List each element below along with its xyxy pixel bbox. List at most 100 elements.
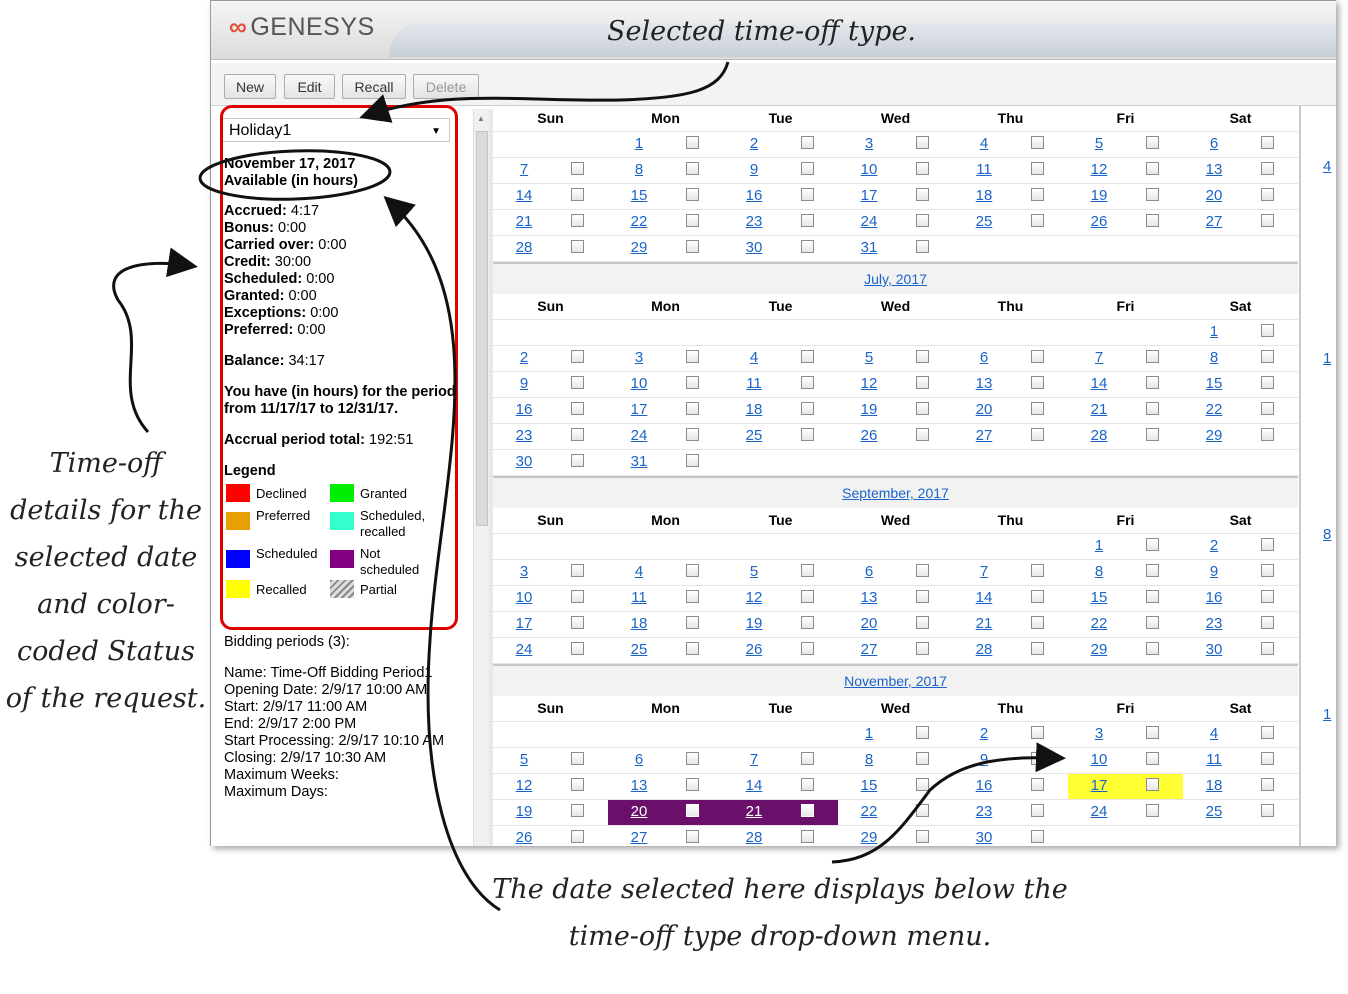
day-link[interactable]: 22 (1205, 401, 1223, 418)
day-checkbox[interactable] (1146, 428, 1159, 441)
day-checkbox[interactable] (686, 830, 699, 843)
day-checkbox[interactable] (1031, 136, 1044, 149)
day-link[interactable]: 19 (515, 803, 533, 820)
day-checkbox[interactable] (916, 616, 929, 629)
day-checkbox[interactable] (801, 376, 814, 389)
left-panel-scrollbar[interactable]: ▲ (473, 109, 490, 846)
day-checkbox[interactable] (1146, 214, 1159, 227)
day-checkbox[interactable] (916, 830, 929, 843)
day-link[interactable]: 24 (1090, 803, 1108, 820)
day-checkbox[interactable] (686, 616, 699, 629)
day-checkbox[interactable] (916, 590, 929, 603)
day-link[interactable]: 8 (1205, 349, 1223, 366)
day-link[interactable]: 18 (630, 615, 648, 632)
day-checkbox[interactable] (916, 564, 929, 577)
day-link[interactable]: 21 (975, 615, 993, 632)
day-checkbox[interactable] (571, 830, 584, 843)
day-link[interactable]: 1 (1090, 537, 1108, 554)
day-link[interactable]: 8 (1090, 563, 1108, 580)
day-checkbox[interactable] (571, 454, 584, 467)
day-link[interactable]: 30 (515, 453, 533, 470)
day-link[interactable]: 17 (515, 615, 533, 632)
day-checkbox[interactable] (1146, 564, 1159, 577)
day-checkbox[interactable] (686, 428, 699, 441)
day-link[interactable]: 18 (1205, 777, 1223, 794)
day-link[interactable]: 3 (515, 563, 533, 580)
day-link[interactable]: 20 (630, 803, 648, 820)
day-checkbox[interactable] (916, 376, 929, 389)
month-title-link[interactable]: September, 2017 (493, 477, 1298, 508)
day-link[interactable]: 2 (1205, 537, 1223, 554)
month-title-link[interactable]: November, 2017 (493, 665, 1298, 696)
day-link[interactable]: 13 (975, 375, 993, 392)
day-link[interactable]: 13 (1205, 161, 1223, 178)
day-link[interactable]: 28 (1090, 427, 1108, 444)
day-link[interactable]: 10 (515, 589, 533, 606)
day-link[interactable]: 13 (860, 589, 878, 606)
day-link[interactable]: 31 (860, 239, 878, 256)
day-link[interactable]: 28 (515, 239, 533, 256)
day-link[interactable]: 14 (1090, 375, 1108, 392)
day-link[interactable]: 1 (630, 135, 648, 152)
day-checkbox[interactable] (571, 752, 584, 765)
day-checkbox[interactable] (916, 726, 929, 739)
day-checkbox[interactable] (571, 350, 584, 363)
day-checkbox[interactable] (686, 240, 699, 253)
day-link[interactable]: 11 (630, 589, 648, 606)
day-checkbox[interactable] (916, 214, 929, 227)
day-link[interactable]: 5 (515, 751, 533, 768)
day-link[interactable]: 9 (975, 751, 993, 768)
day-checkbox[interactable] (801, 136, 814, 149)
month-title-link[interactable]: July, 2017 (493, 263, 1298, 294)
next-column-day-link[interactable]: 8 (1323, 526, 1331, 543)
day-link[interactable]: 4 (630, 563, 648, 580)
day-link[interactable]: 4 (975, 135, 993, 152)
day-link[interactable]: 18 (745, 401, 763, 418)
day-checkbox[interactable] (686, 778, 699, 791)
day-link[interactable]: 4 (1205, 725, 1223, 742)
recall-button[interactable]: Recall (342, 74, 406, 99)
day-link[interactable]: 16 (515, 401, 533, 418)
day-link[interactable]: 12 (860, 375, 878, 392)
day-link[interactable]: 14 (745, 777, 763, 794)
day-checkbox[interactable] (686, 214, 699, 227)
day-checkbox[interactable] (1261, 188, 1274, 201)
day-checkbox[interactable] (801, 240, 814, 253)
day-checkbox[interactable] (1031, 726, 1044, 739)
day-link[interactable]: 8 (630, 161, 648, 178)
day-checkbox[interactable] (1146, 642, 1159, 655)
scroll-thumb[interactable] (476, 131, 488, 526)
day-checkbox[interactable] (801, 752, 814, 765)
day-checkbox[interactable] (801, 830, 814, 843)
day-link[interactable]: 6 (630, 751, 648, 768)
day-checkbox[interactable] (571, 804, 584, 817)
day-checkbox[interactable] (571, 376, 584, 389)
day-checkbox[interactable] (916, 188, 929, 201)
day-link[interactable]: 13 (630, 777, 648, 794)
day-link[interactable]: 19 (1090, 187, 1108, 204)
day-checkbox[interactable] (1031, 402, 1044, 415)
day-checkbox[interactable] (1031, 350, 1044, 363)
day-link[interactable]: 7 (515, 161, 533, 178)
day-link[interactable]: 8 (860, 751, 878, 768)
day-link[interactable]: 20 (975, 401, 993, 418)
chevron-down-icon[interactable]: ▼ (431, 120, 441, 144)
day-link[interactable]: 17 (1090, 777, 1108, 794)
day-checkbox[interactable] (1031, 752, 1044, 765)
day-checkbox[interactable] (1261, 778, 1274, 791)
day-checkbox[interactable] (1146, 804, 1159, 817)
day-link[interactable]: 18 (975, 187, 993, 204)
day-checkbox[interactable] (1261, 642, 1274, 655)
day-link[interactable]: 19 (745, 615, 763, 632)
day-checkbox[interactable] (1031, 778, 1044, 791)
day-link[interactable]: 22 (1090, 615, 1108, 632)
day-checkbox[interactable] (1261, 804, 1274, 817)
day-checkbox[interactable] (801, 778, 814, 791)
day-checkbox[interactable] (916, 240, 929, 253)
day-checkbox[interactable] (916, 136, 929, 149)
day-checkbox[interactable] (916, 804, 929, 817)
day-checkbox[interactable] (801, 188, 814, 201)
day-checkbox[interactable] (686, 162, 699, 175)
day-checkbox[interactable] (686, 590, 699, 603)
day-checkbox[interactable] (1146, 162, 1159, 175)
